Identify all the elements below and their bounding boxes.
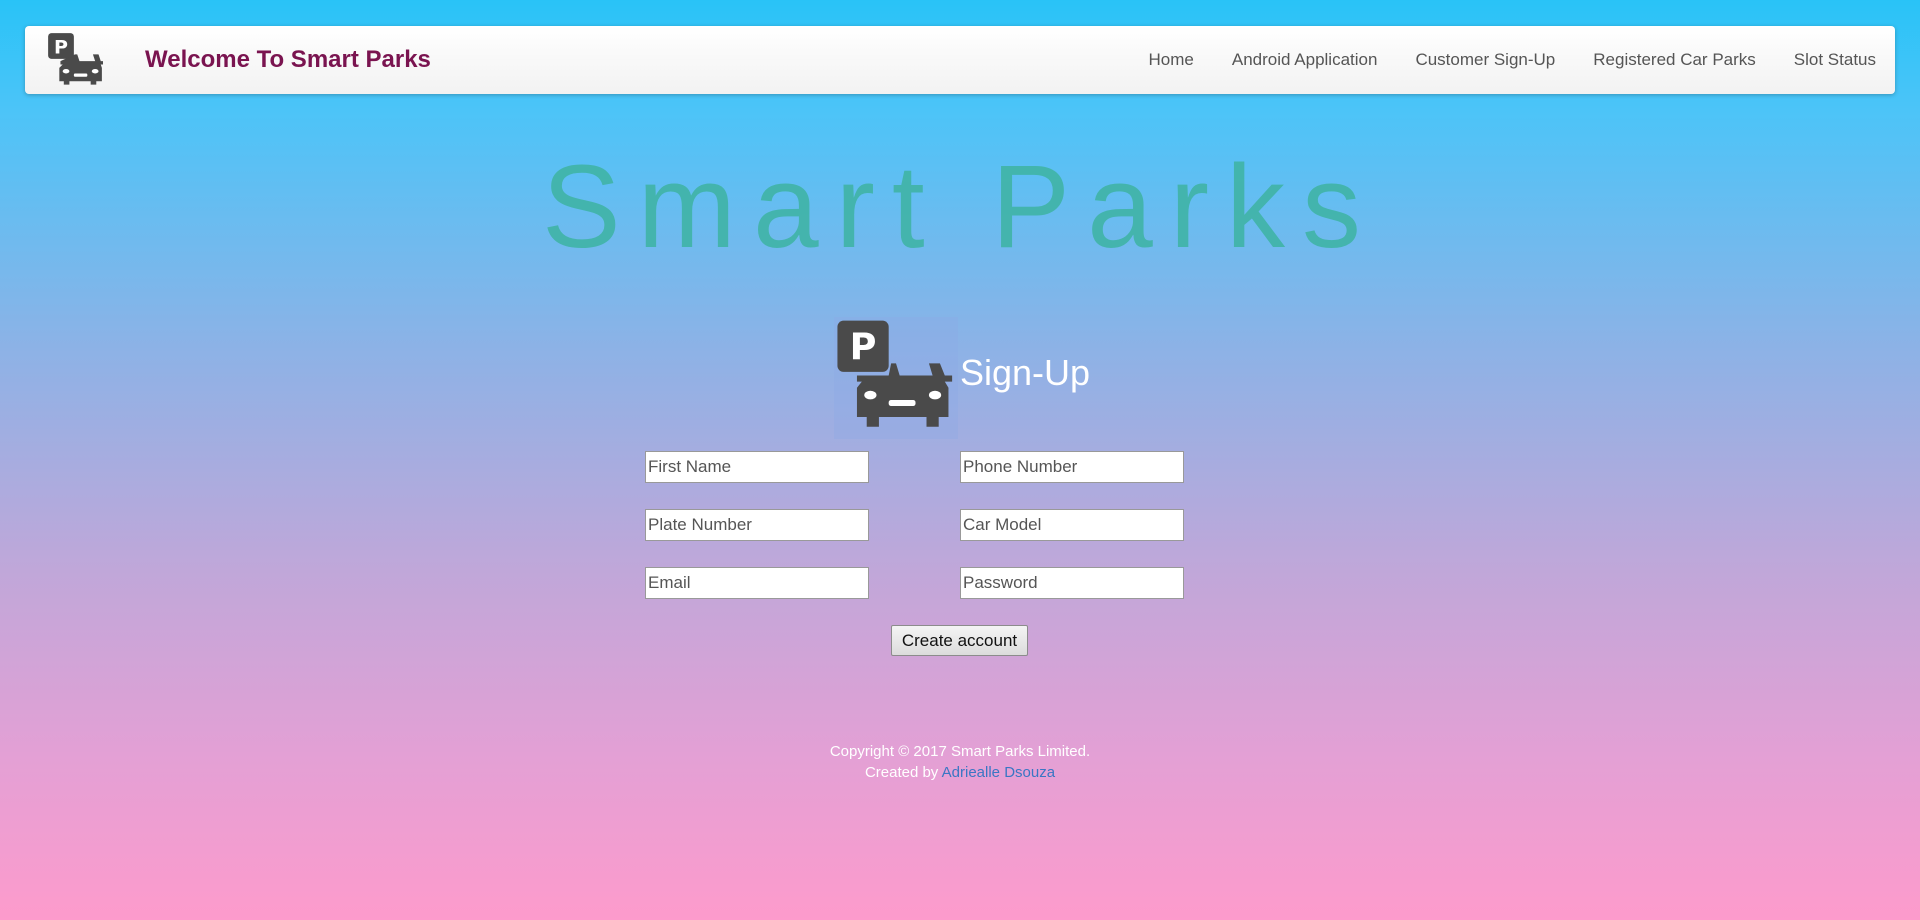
nav-item-android-application[interactable]: Android Application [1232, 50, 1378, 70]
signup-title: Sign-Up [960, 352, 1091, 393]
password-input[interactable] [960, 567, 1184, 599]
svg-text:P: P [54, 36, 68, 58]
parking-car-icon: P [834, 317, 958, 439]
create-account-button[interactable]: Create account [891, 625, 1028, 656]
nav-item-customer-sign-up[interactable]: Customer Sign-Up [1415, 50, 1555, 70]
hero-title: Smart Parks [541, 141, 1379, 273]
phone-number-input[interactable] [960, 451, 1184, 483]
created-by-label: Created by [864, 764, 942, 781]
copyright-text: Copyright © 2017 Smart Parks Limited. [829, 743, 1091, 760]
plate-number-input[interactable] [645, 509, 869, 541]
svg-text:P: P [850, 326, 877, 369]
nav-item-home[interactable]: Home [1149, 50, 1194, 70]
car-model-input[interactable] [960, 509, 1184, 541]
brand-title[interactable]: Welcome To Smart Parks [145, 46, 431, 74]
navbar: P Welcome To Smart Parks Home Android Ap… [25, 26, 1895, 94]
parking-car-icon[interactable]: P [46, 32, 104, 88]
created-by-line: Created by Adriealle Dsouza [0, 762, 1920, 783]
nav-item-registered-car-parks[interactable]: Registered Car Parks [1593, 50, 1756, 70]
footer: Copyright © 2017 Smart Parks Limited. Cr… [0, 741, 1920, 783]
nav-item-slot-status[interactable]: Slot Status [1794, 50, 1876, 70]
first-name-input[interactable] [645, 451, 869, 483]
main-nav: Home Android Application Customer Sign-U… [1111, 26, 1876, 94]
author-link[interactable]: Adriealle Dsouza [942, 764, 1055, 781]
email-input[interactable] [645, 567, 869, 599]
